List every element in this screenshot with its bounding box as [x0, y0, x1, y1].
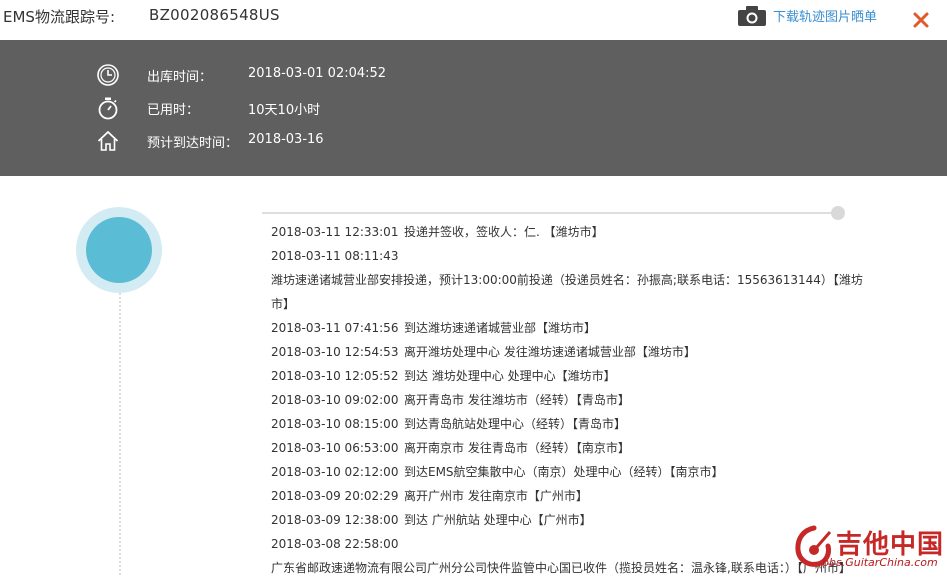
- close-icon[interactable]: [912, 11, 930, 29]
- event-text: 到达EMS航空集散中心（南京）处理中心（经转）【南京市】: [404, 465, 724, 479]
- tracking-event: 2018-03-09 20:02:29 离开广州市 发往南京市【广州市】: [271, 484, 871, 508]
- event-text: 离开潍坊处理中心 发往潍坊速递诸城营业部【潍坊市】: [404, 345, 696, 359]
- tracking-event: 2018-03-10 12:54:53 离开潍坊处理中心 发往潍坊速递诸城营业部【…: [271, 340, 871, 364]
- tracking-event: 2018-03-10 02:12:00 到达EMS航空集散中心（南京）处理中心（经…: [271, 460, 871, 484]
- departure-time-label: 出库时间：: [147, 70, 213, 85]
- timeline-end-dot: [831, 206, 845, 220]
- elapsed-time-row: 已用时： 10天10小时: [0, 92, 947, 125]
- elapsed-time-label: 已用时：: [147, 103, 200, 118]
- tracking-event: 2018-03-10 06:53:00 离开南京市 发往青岛市（经转）【南京市】: [271, 436, 871, 460]
- tracking-event-list: 2018-03-11 12:33:01 投递并签收，签收人：仁. 【潍坊市】 20…: [271, 220, 871, 577]
- event-text: 到达 广州航站 处理中心【广州市】: [404, 513, 592, 527]
- estimated-arrival-value: 2018-03-16: [248, 132, 324, 147]
- event-text: 离开广州市 发往南京市【广州市】: [404, 489, 588, 503]
- event-time: 2018-03-08 22:58:00: [271, 537, 399, 551]
- event-text: 到达青岛航站处理中心（经转）【青岛市】: [404, 417, 627, 431]
- timeline-current-marker: [86, 217, 152, 283]
- watermark-url: bbs.GuitarChina.com: [822, 556, 938, 569]
- event-time: 2018-03-10 08:15:00: [271, 417, 399, 431]
- home-icon: [97, 131, 119, 151]
- tracking-header: EMS物流跟踪号: BZ002086548US 下载轨迹图片晒单: [0, 0, 947, 40]
- elapsed-time-value: 10天10小时: [248, 103, 321, 118]
- tracking-event: 2018-03-10 09:02:00 离开青岛市 发往潍坊市（经转）【青岛市】: [271, 388, 871, 412]
- event-time: 2018-03-10 12:05:52: [271, 369, 399, 383]
- event-text: 投递并签收，签收人：仁. 【潍坊市】: [404, 225, 604, 239]
- estimated-arrival-label: 预计到达时间：: [147, 136, 239, 151]
- tracking-event: 2018-03-08 22:58:00: [271, 532, 871, 556]
- tracking-event: 潍坊速递诸城营业部安排投递，预计13:00:00前投递（投递员姓名：孙振高;联系…: [271, 268, 867, 316]
- event-time: 2018-03-11 07:41:56: [271, 321, 399, 335]
- event-time: 2018-03-11 08:11:43: [271, 249, 399, 263]
- tracking-event: 2018-03-11 12:33:01 投递并签收，签收人：仁. 【潍坊市】: [271, 220, 871, 244]
- event-time: 2018-03-10 06:53:00: [271, 441, 399, 455]
- camera-icon[interactable]: [737, 5, 767, 27]
- event-text: 离开青岛市 发往潍坊市（经转）【青岛市】: [404, 393, 630, 407]
- departure-time-value: 2018-03-01 02:04:52: [248, 66, 387, 81]
- event-text: 离开南京市 发往青岛市（经转）【南京市】: [404, 441, 630, 455]
- event-text: 到达潍坊速递诸城营业部【潍坊市】: [404, 321, 597, 335]
- timeline-vertical-line: [119, 293, 121, 577]
- tracking-event: 2018-03-11 07:41:56 到达潍坊速递诸城营业部【潍坊市】: [271, 316, 871, 340]
- tracking-label: EMS物流跟踪号:: [3, 8, 115, 26]
- event-time: 2018-03-10 12:54:53: [271, 345, 399, 359]
- tracking-event: 2018-03-11 08:11:43: [271, 244, 871, 268]
- timeline-horizontal-line: [262, 212, 836, 214]
- download-track-image-link[interactable]: 下载轨迹图片晒单: [773, 6, 877, 25]
- event-time: 2018-03-10 09:02:00: [271, 393, 399, 407]
- event-text: 广东省邮政速递物流有限公司广州分公司快件监管中心国已收件（揽投员姓名：温永锋,联…: [271, 561, 851, 575]
- tracking-event: 广东省邮政速递物流有限公司广州分公司快件监管中心国已收件（揽投员姓名：温永锋,联…: [271, 556, 871, 577]
- tracking-timeline: 2018-03-11 12:33:01 投递并签收，签收人：仁. 【潍坊市】 20…: [0, 176, 947, 577]
- shipment-summary-panel: 出库时间： 2018-03-01 02:04:52 已用时： 10天10小时 预…: [0, 40, 947, 176]
- event-time: 2018-03-09 12:38:00: [271, 513, 399, 527]
- stopwatch-icon: [98, 97, 118, 120]
- event-time: 2018-03-10 02:12:00: [271, 465, 399, 479]
- tracking-event: 2018-03-10 12:05:52 到达 潍坊处理中心 处理中心【潍坊市】: [271, 364, 871, 388]
- event-time: 2018-03-11 12:33:01: [271, 225, 399, 239]
- event-text: 到达 潍坊处理中心 处理中心【潍坊市】: [404, 369, 616, 383]
- estimated-arrival-row: 预计到达时间： 2018-03-16: [0, 125, 947, 158]
- tracking-event: 2018-03-10 08:15:00 到达青岛航站处理中心（经转）【青岛市】: [271, 412, 871, 436]
- tracking-number: BZ002086548US: [149, 6, 280, 24]
- clock-icon: [97, 64, 119, 86]
- site-watermark: 吉他中国 bbs.GuitarChina.com: [792, 522, 947, 577]
- event-text: 潍坊速递诸城营业部安排投递，预计13:00:00前投递（投递员姓名：孙振高;联系…: [271, 273, 863, 311]
- tracking-event: 2018-03-09 12:38:00 到达 广州航站 处理中心【广州市】: [271, 508, 871, 532]
- departure-time-row: 出库时间： 2018-03-01 02:04:52: [0, 59, 947, 92]
- event-time: 2018-03-09 20:02:29: [271, 489, 399, 503]
